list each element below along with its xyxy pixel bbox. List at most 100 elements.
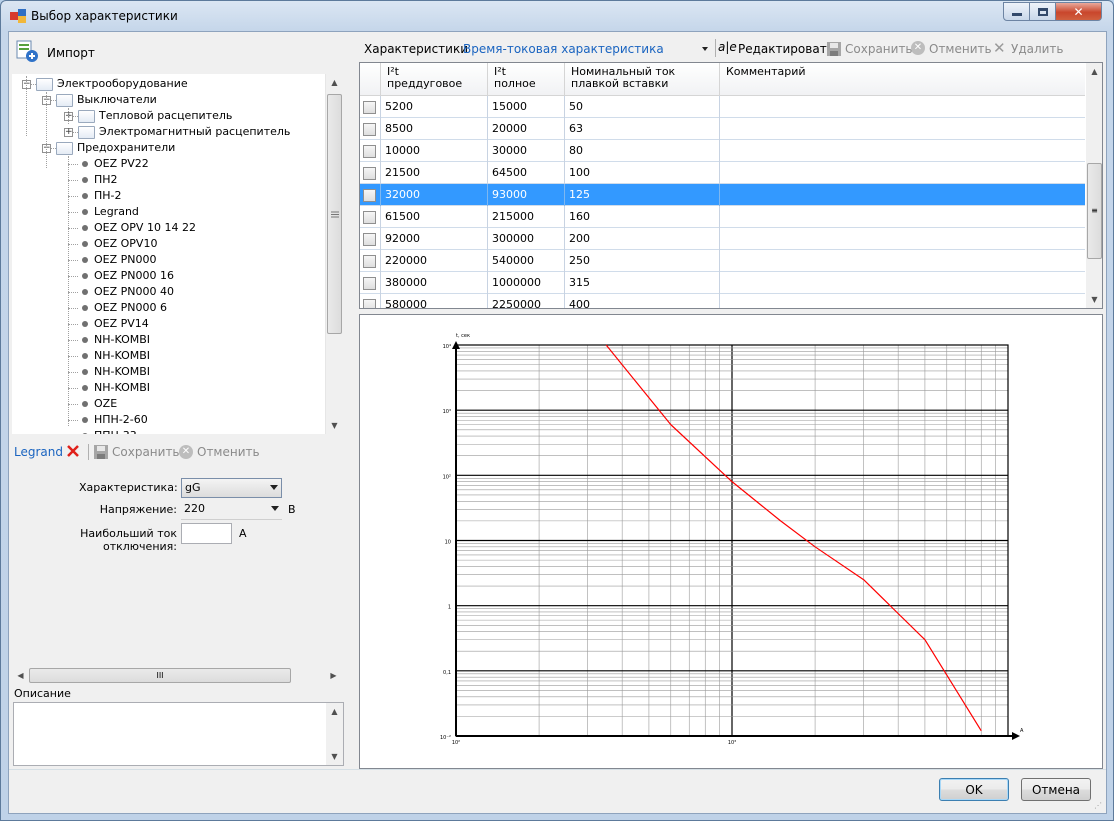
- equipment-tree[interactable]: − Электрооборудование − Выключатели + Теплово…: [12, 74, 342, 434]
- save-icon[interactable]: [826, 41, 842, 57]
- close-button[interactable]: ✕: [1055, 2, 1102, 21]
- edit-icon[interactable]: a|e: [718, 40, 737, 56]
- breaking-current-input[interactable]: [181, 523, 232, 544]
- cell-full[interactable]: 2250000: [488, 294, 565, 308]
- tree-item[interactable]: NH-KOMBI: [12, 332, 322, 348]
- tree-scroll-thumb[interactable]: [327, 94, 342, 334]
- scroll-up-icon[interactable]: ▲: [1086, 63, 1102, 80]
- cell-preliminary[interactable]: 10000: [381, 140, 488, 162]
- tree-item[interactable]: ПН2: [12, 172, 322, 188]
- horizontal-scroll-thumb[interactable]: III: [29, 668, 291, 683]
- tree-item[interactable]: NH-KOMBI: [12, 348, 322, 364]
- import-icon[interactable]: [14, 40, 40, 64]
- cell-comment[interactable]: [720, 272, 1085, 294]
- cell-nominal-current[interactable]: 100: [565, 162, 720, 184]
- cell-full[interactable]: 15000: [488, 96, 565, 118]
- save-button[interactable]: Сохранить: [112, 445, 180, 459]
- import-button[interactable]: Импорт: [47, 46, 95, 60]
- cell-full[interactable]: 1000000: [488, 272, 565, 294]
- cell-full[interactable]: 93000: [488, 184, 565, 206]
- header-full[interactable]: I²t полное: [488, 63, 565, 96]
- cell-full[interactable]: 20000: [488, 118, 565, 140]
- cell-nominal-current[interactable]: 400: [565, 294, 720, 308]
- cell-preliminary[interactable]: 220000: [381, 250, 488, 272]
- delete-icon[interactable]: ✕: [993, 39, 1006, 57]
- tree-vertical-scrollbar[interactable]: ▲ ▼: [325, 74, 342, 434]
- cell-preliminary[interactable]: 5200: [381, 96, 488, 118]
- cell-full[interactable]: 64500: [488, 162, 565, 184]
- maximize-button[interactable]: [1029, 2, 1056, 21]
- cell-preliminary[interactable]: 8500: [381, 118, 488, 140]
- ok-button[interactable]: OK: [939, 778, 1009, 801]
- minimize-button[interactable]: [1003, 2, 1030, 21]
- cell-nominal-current[interactable]: 125: [565, 184, 720, 206]
- tree-folder[interactable]: + Электромагнитный расцепитель: [12, 124, 322, 140]
- row-checkbox[interactable]: [363, 255, 376, 268]
- table-row[interactable]: 92000 300000 200: [360, 228, 1085, 250]
- row-checkbox[interactable]: [363, 233, 376, 246]
- header-nominal-current[interactable]: Номинальный ток плавкой вставки: [565, 63, 720, 96]
- tree-item[interactable]: ППН-33: [12, 428, 322, 434]
- row-checkbox[interactable]: [363, 167, 376, 180]
- table-row[interactable]: 61500 215000 160: [360, 206, 1085, 228]
- save-button[interactable]: Сохранить: [845, 42, 913, 56]
- tree-item[interactable]: ПН-2: [12, 188, 322, 204]
- tree-item[interactable]: НПН-2-60: [12, 412, 322, 428]
- scroll-down-icon[interactable]: ▼: [1086, 291, 1102, 308]
- characteristics-table[interactable]: I²t преддуговое I²t полное Номинальный т…: [359, 62, 1103, 309]
- tree-item[interactable]: Legrand: [12, 204, 322, 220]
- title-bar[interactable]: Выбор характеристики ✕: [1, 1, 1113, 31]
- table-row[interactable]: 10000 30000 80: [360, 140, 1085, 162]
- cell-full[interactable]: 540000: [488, 250, 565, 272]
- cell-comment[interactable]: [720, 228, 1085, 250]
- cell-comment[interactable]: [720, 294, 1085, 308]
- cell-comment[interactable]: [720, 162, 1085, 184]
- table-row[interactable]: 580000 2250000 400: [360, 294, 1085, 308]
- cell-comment[interactable]: [720, 96, 1085, 118]
- tree-folder[interactable]: − Предохранители: [12, 140, 322, 156]
- row-checkbox[interactable]: [363, 189, 376, 202]
- tree-item[interactable]: OEZ PV14: [12, 316, 322, 332]
- row-checkbox[interactable]: [363, 101, 376, 114]
- characteristic-select[interactable]: gG: [181, 478, 282, 498]
- row-checkbox[interactable]: [363, 211, 376, 224]
- table-row[interactable]: 5200 15000 50: [360, 96, 1085, 118]
- delete-icon[interactable]: [66, 444, 80, 458]
- header-preliminary[interactable]: I²t преддуговое: [381, 63, 488, 96]
- table-row[interactable]: 220000 540000 250: [360, 250, 1085, 272]
- tree-item[interactable]: OEZ OPV 10 14 22: [12, 220, 322, 236]
- tree-folder[interactable]: − Выключатели: [12, 92, 322, 108]
- tree-item[interactable]: NH-KOMBI: [12, 380, 322, 396]
- cell-preliminary[interactable]: 21500: [381, 162, 488, 184]
- cell-nominal-current[interactable]: 250: [565, 250, 720, 272]
- table-row[interactable]: 380000 1000000 315: [360, 272, 1085, 294]
- tree-item[interactable]: OEZ PN000: [12, 252, 322, 268]
- cell-nominal-current[interactable]: 80: [565, 140, 720, 162]
- cancel-button[interactable]: Отменить: [929, 42, 992, 56]
- cancel-button[interactable]: Отменить: [197, 445, 260, 459]
- description-textarea[interactable]: ▲ ▼: [13, 702, 344, 766]
- save-icon[interactable]: [93, 444, 109, 460]
- tree-item[interactable]: OEZ PV22: [12, 156, 322, 172]
- voltage-select[interactable]: 220: [181, 500, 282, 520]
- row-checkbox[interactable]: [363, 277, 376, 290]
- table-row[interactable]: 32000 93000 125: [360, 184, 1085, 206]
- table-row[interactable]: 21500 64500 100: [360, 162, 1085, 184]
- cell-full[interactable]: 215000: [488, 206, 565, 228]
- tree-item[interactable]: OZE: [12, 396, 322, 412]
- description-scrollbar[interactable]: ▲ ▼: [326, 703, 343, 765]
- scroll-right-icon[interactable]: ▶: [325, 667, 342, 684]
- scroll-up-icon[interactable]: ▲: [326, 703, 343, 720]
- cell-preliminary[interactable]: 92000: [381, 228, 488, 250]
- tree-folder[interactable]: − Электрооборудование: [12, 76, 322, 92]
- cell-full[interactable]: 300000: [488, 228, 565, 250]
- cell-nominal-current[interactable]: 50: [565, 96, 720, 118]
- cell-comment[interactable]: [720, 184, 1085, 206]
- tree-item[interactable]: OEZ OPV10: [12, 236, 322, 252]
- tree-item[interactable]: OEZ PN000 40: [12, 284, 322, 300]
- cell-comment[interactable]: [720, 140, 1085, 162]
- resize-grip-icon[interactable]: ⋰: [1094, 801, 1104, 811]
- cancel-icon[interactable]: ✕: [911, 41, 925, 55]
- cell-nominal-current[interactable]: 200: [565, 228, 720, 250]
- expand-icon[interactable]: +: [64, 128, 73, 137]
